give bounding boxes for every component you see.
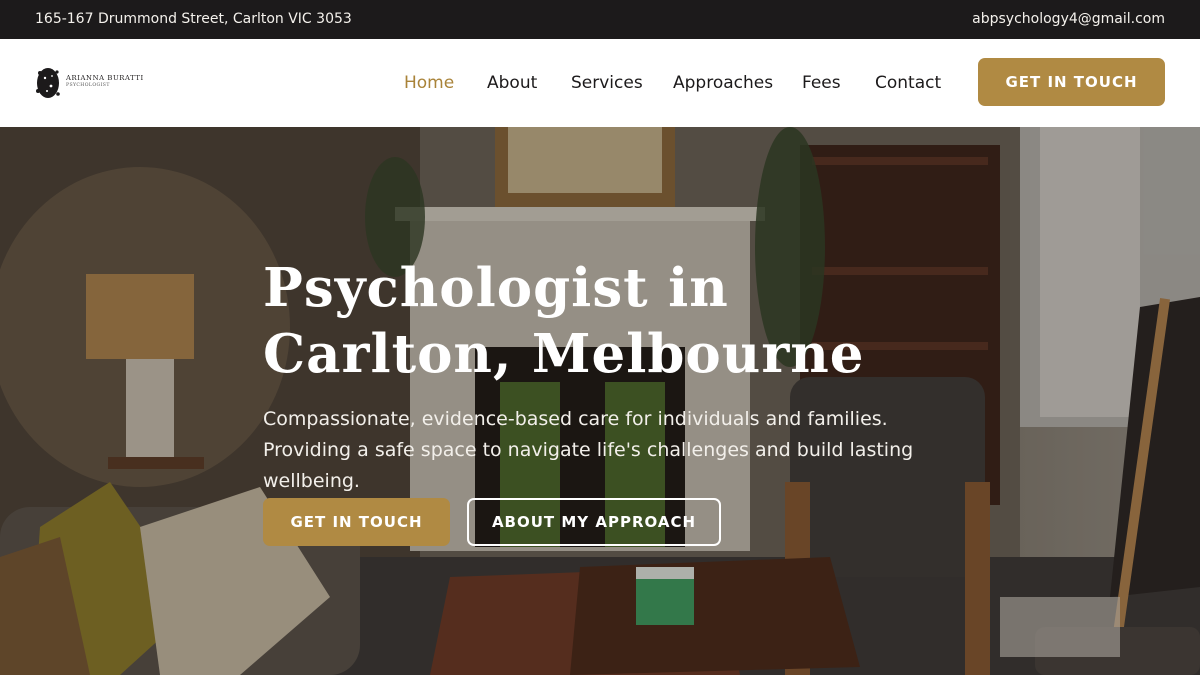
logo-mark-icon [36,68,60,98]
hero-description: Compassionate, evidence-based care for i… [263,408,914,492]
logo-name: ARIANNA BURATTI [66,74,144,82]
address-text: 165-167 Drummond Street, Carlton VIC 305… [35,11,352,27]
site-header: ARIANNA BURATTI PSYCHOLOGIST Home About … [0,39,1200,127]
top-info-bar: 165-167 Drummond Street, Carlton VIC 305… [0,0,1200,39]
hero-section: Psychologist in Carlton, Melbourne Compa… [0,127,1200,675]
nav-contact[interactable]: Contact [875,73,941,93]
about-my-approach-button[interactable]: ABOUT MY APPROACH [467,498,721,546]
hero-dark-overlay [0,127,1200,675]
nav-fees[interactable]: Fees [802,73,841,93]
nav-services[interactable]: Services [571,73,643,93]
nav-about[interactable]: About [487,73,537,93]
hero-get-in-touch-button[interactable]: GET IN TOUCH [263,498,450,546]
site-logo[interactable]: ARIANNA BURATTI PSYCHOLOGIST [34,64,154,102]
email-link[interactable]: abpsychology4@gmail.com [972,11,1165,27]
nav-approaches[interactable]: Approaches [673,73,773,93]
header-get-in-touch-button[interactable]: GET IN TOUCH [978,58,1165,106]
nav-home[interactable]: Home [404,73,454,93]
hero-title: Psychologist in Carlton, Melbourne [263,257,865,385]
logo-subtitle: PSYCHOLOGIST [66,83,110,88]
